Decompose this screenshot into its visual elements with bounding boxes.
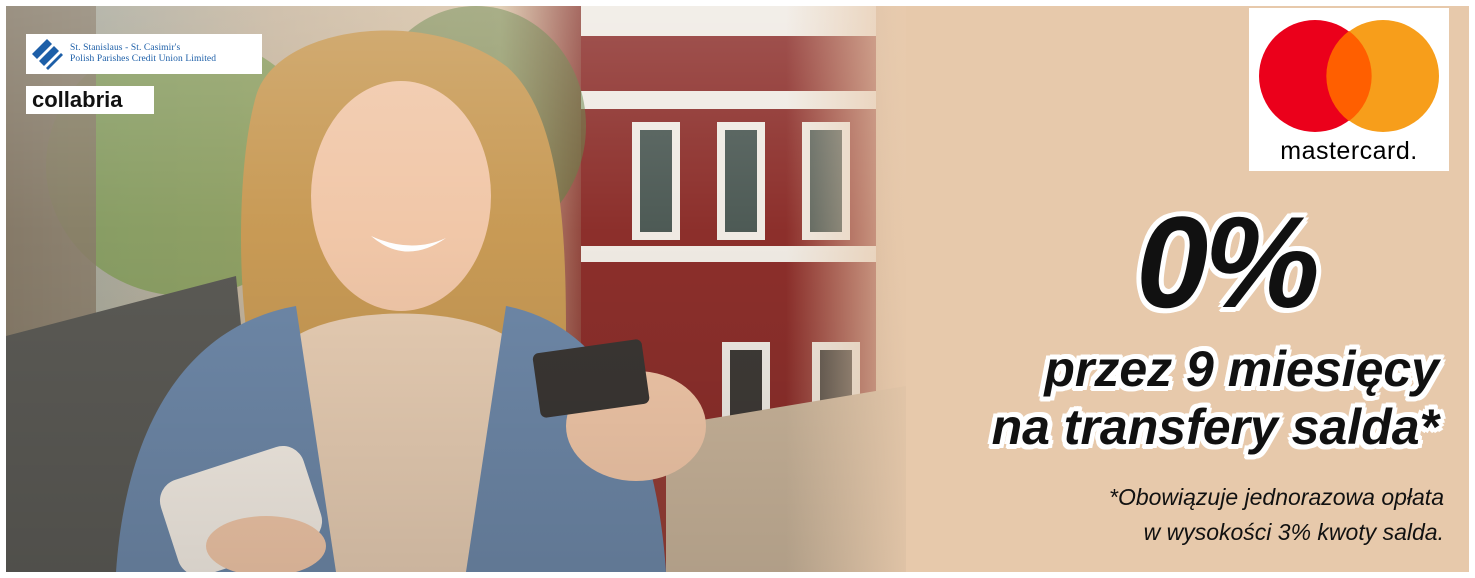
- phone: [159, 445, 323, 572]
- hair: [241, 30, 566, 407]
- hoodie: [286, 313, 526, 572]
- mastercard-logo: mastercard.: [1249, 8, 1449, 171]
- credit-union-name: St. Stanislaus - St. Casimir's Polish Pa…: [70, 43, 216, 65]
- disclaimer-line-1: *Obowiązuje jednorazowa opłata: [1109, 484, 1444, 510]
- promo-banner: St. Stanislaus - St. Casimir's Polish Pa…: [6, 6, 1469, 572]
- collabria-logo: collabria: [26, 86, 154, 114]
- jacket-right: [466, 306, 666, 572]
- jacket-left: [116, 306, 336, 572]
- mastercard-circles-icon: [1259, 20, 1439, 132]
- credit-union-line1: St. Stanislaus - St. Casimir's: [70, 43, 181, 53]
- promo-line-1: przez 9 miesięcy: [1044, 341, 1439, 397]
- credit-union-logo: St. Stanislaus - St. Casimir's Polish Pa…: [26, 34, 262, 74]
- photo-fade: [786, 6, 926, 572]
- promo-line-2: na transfery salda*: [991, 399, 1439, 455]
- credit-card: [532, 339, 650, 418]
- face: [311, 81, 491, 311]
- promo-rate: 0%: [1136, 189, 1320, 335]
- credit-union-mark-icon: [32, 39, 63, 70]
- mastercard-wordmark: mastercard.: [1280, 137, 1418, 165]
- credit-union-line2: Polish Parishes Credit Union Limited: [70, 54, 217, 64]
- disclaimer-line-2: w wysokości 3% kwoty salda.: [1143, 519, 1444, 545]
